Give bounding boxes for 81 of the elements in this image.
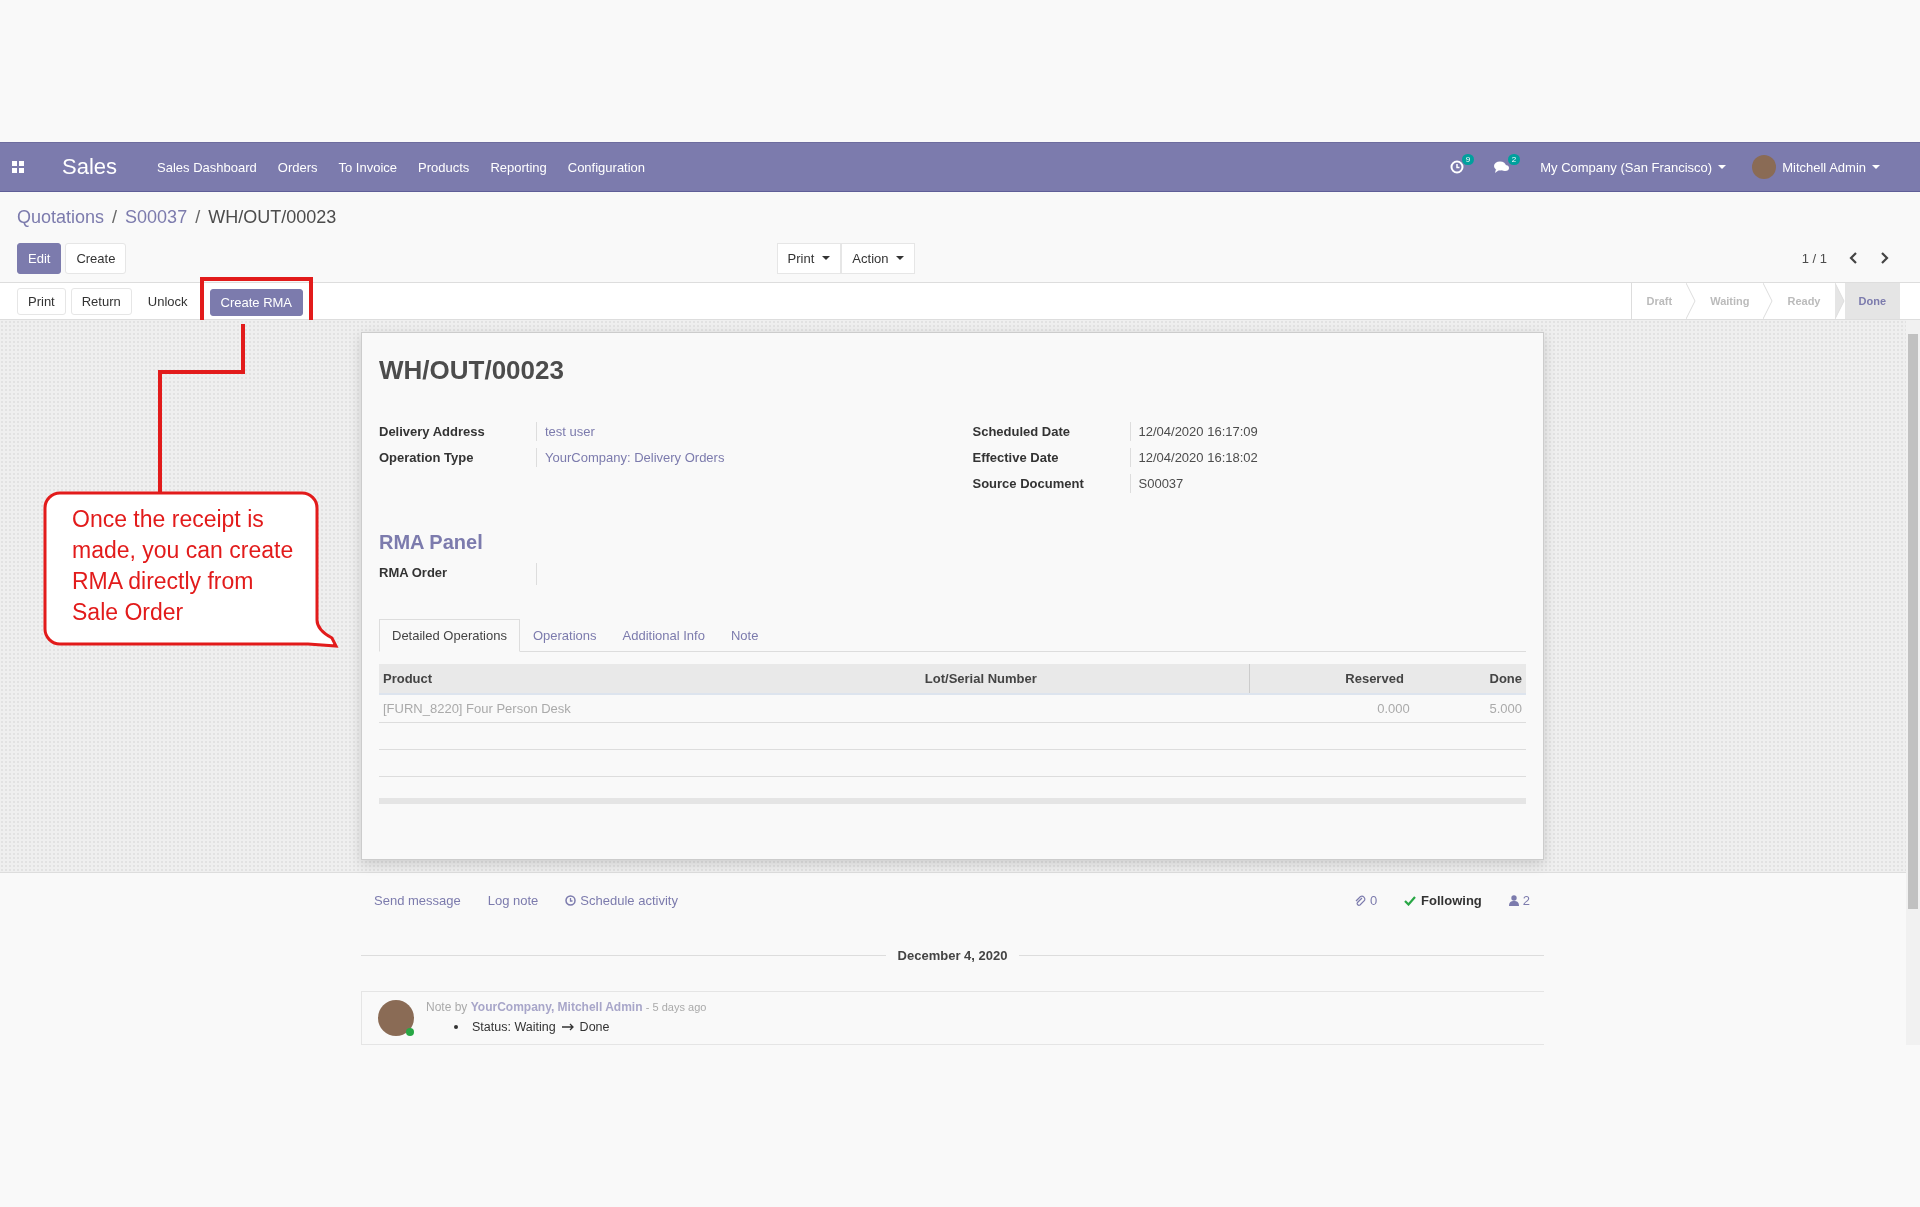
column-header[interactable]: Lot/Serial Number (920, 664, 1250, 694)
attachments-counter[interactable]: 0 (1353, 893, 1378, 908)
header-button[interactable]: Unlock (136, 287, 199, 315)
menu-item[interactable]: To Invoice (338, 159, 398, 175)
chat-bubbles-icon[interactable] (1494, 160, 1511, 174)
column-header[interactable]: Reserved (1249, 664, 1414, 694)
chatter-action[interactable]: Log note (487, 893, 539, 908)
field-label: RMA Order (379, 564, 449, 582)
dropdown-button[interactable]: Action (841, 242, 916, 274)
chatter-action[interactable]: Send message (374, 893, 461, 908)
chevron-right-icon[interactable] (1880, 252, 1889, 264)
table-cell: [FURN_8220] Four Person Desk (379, 694, 921, 723)
field-link[interactable]: YourCompany: Delivery Orders (536, 448, 933, 467)
breadcrumb-separator: / (112, 207, 118, 228)
edit-button[interactable]: Edit (17, 242, 62, 274)
chatter-action[interactable]: Schedule activity (565, 893, 678, 908)
tab[interactable]: Operations (519, 619, 610, 652)
following-button[interactable]: Following (1404, 893, 1482, 908)
field-label: Scheduled Date (972, 423, 1072, 441)
scrollbar[interactable] (1906, 320, 1920, 1045)
field-label: Operation Type (379, 449, 475, 467)
caret-icon (896, 256, 905, 260)
clock-icon[interactable] (1450, 160, 1465, 174)
table-cell: 0.000 (1249, 694, 1414, 723)
header-button[interactable]: Create RMA (209, 288, 304, 316)
online-status-icon (406, 1028, 414, 1036)
company-switcher[interactable]: My Company (San Francisco) (1540, 159, 1727, 175)
tab[interactable]: Additional Info (609, 619, 718, 652)
count-badge: 9 (1461, 154, 1475, 165)
clock-icon (565, 895, 577, 906)
callout-text: Once the receipt is made, you can create RMA directly from Sale Order (72, 505, 295, 627)
user-menu[interactable]: Mitchell Admin (1752, 155, 1880, 179)
paperclip-icon (1353, 894, 1366, 907)
chevron-left-icon[interactable] (1849, 252, 1858, 264)
column-header[interactable]: Product (379, 664, 921, 694)
pager-counter: 1 / 1 (1801, 250, 1827, 266)
field-value: 12/04/2020 16:17:09 (1129, 422, 1526, 441)
menu-item[interactable]: Products (418, 159, 470, 175)
avatar-placeholder (378, 1000, 414, 1036)
tracking-old-value: Status: Waiting (472, 1020, 556, 1034)
menu-item[interactable]: Sales Dashboard (157, 159, 257, 175)
date-separator: December 4, 2020 (897, 948, 1008, 963)
column-header[interactable]: Done (1413, 664, 1526, 694)
table-cell: 5.000 (1413, 694, 1526, 723)
field-link[interactable]: test user (536, 422, 933, 441)
breadcrumb-link[interactable]: S00037 (125, 207, 188, 228)
tab[interactable]: Note (717, 619, 772, 652)
menu-item[interactable]: Orders (277, 159, 318, 175)
breadcrumb-current: WH/OUT/00023 (208, 207, 337, 228)
header-button[interactable]: Return (70, 287, 132, 315)
breadcrumb-separator: / (195, 207, 201, 228)
apps-menu-icon[interactable] (12, 161, 24, 173)
menu-item[interactable]: Reporting (490, 159, 547, 175)
tab[interactable]: Detailed Operations (379, 619, 520, 652)
header-button[interactable]: Print (17, 287, 66, 315)
create-button[interactable]: Create (65, 242, 127, 274)
app-title: Sales (62, 154, 118, 180)
person-icon (1508, 895, 1519, 906)
message-author[interactable]: YourCompany, Mitchell Admin (470, 1000, 643, 1014)
field-label: Effective Date (972, 449, 1060, 467)
field-value: 12/04/2020 16:18:02 (1129, 448, 1526, 467)
caret-icon (1718, 165, 1727, 169)
field-label: Delivery Address (379, 423, 486, 441)
section-title: RMA Panel (379, 531, 484, 554)
bullet-icon (454, 1025, 458, 1029)
message-author-prefix: Note by (426, 1000, 468, 1014)
avatar-placeholder (1752, 155, 1777, 179)
caret-icon (1872, 165, 1880, 169)
message-time: - 5 days ago (645, 1001, 707, 1013)
tracking-new-value: Done (579, 1020, 610, 1034)
check-icon (1404, 895, 1417, 906)
followers-counter[interactable]: 2 (1508, 893, 1530, 908)
count-badge: 2 (1507, 154, 1521, 165)
field-value: S00037 (1129, 474, 1526, 493)
caret-icon (822, 256, 831, 260)
field-label: Source Document (972, 475, 1085, 493)
arrow-icon (561, 1023, 574, 1031)
breadcrumb-link[interactable]: Quotations (17, 207, 105, 228)
menu-item[interactable]: Configuration (567, 159, 646, 175)
record-title: WH/OUT/00023 (379, 355, 565, 386)
dropdown-button[interactable]: Print (776, 242, 842, 274)
